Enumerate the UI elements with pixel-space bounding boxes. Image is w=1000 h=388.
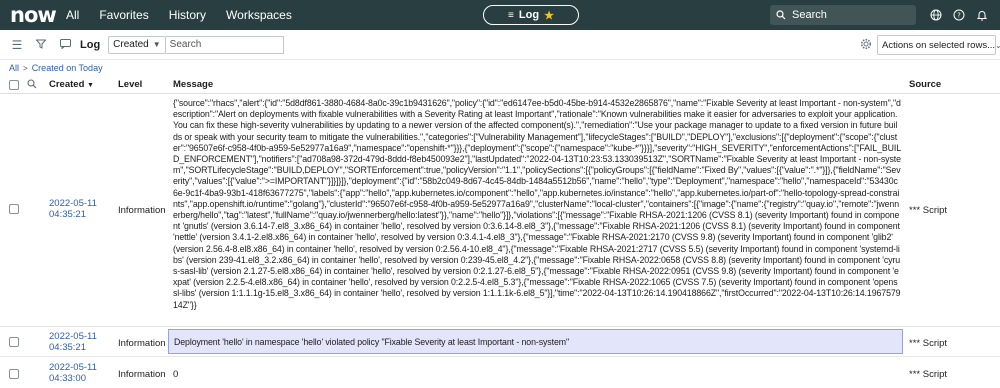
notifications-bell-icon[interactable]: [974, 7, 990, 23]
column-search-icon[interactable]: [27, 79, 37, 92]
row-created-date: 2022-05-11: [49, 331, 97, 342]
row-created-link[interactable]: 2022-05-11 04:35:21: [49, 198, 97, 220]
context-title-pill[interactable]: ≡ Log ★: [483, 5, 579, 25]
nav-history[interactable]: History: [169, 8, 206, 22]
global-search-placeholder: Search: [792, 9, 827, 21]
chevron-down-icon: ▼: [152, 40, 161, 49]
column-created-header[interactable]: Created ▼: [49, 79, 94, 90]
row-source: *** Script: [909, 338, 948, 349]
row-message: Deployment 'hello' in namespace 'hello' …: [174, 337, 569, 347]
column-created-label: Created: [49, 79, 85, 90]
actions-select[interactable]: Actions on selected rows... ⌄: [877, 35, 1000, 55]
table-header: Created ▼ Level Message Source: [0, 76, 1000, 94]
nav-workspaces[interactable]: Workspaces: [226, 8, 292, 22]
table-row[interactable]: 2022-05-11 04:35:21 Information {"source…: [0, 94, 1000, 327]
row-message: 0: [173, 369, 179, 380]
row-level: Information: [118, 205, 166, 216]
breadcrumb-all[interactable]: All: [9, 63, 19, 73]
main-nav: All Favorites History Workspaces: [66, 8, 312, 22]
global-search[interactable]: Search: [770, 5, 916, 25]
row-source: *** Script: [909, 205, 948, 216]
row-message: {"source":"rhacs","alert":{"id":"5d8df86…: [173, 98, 902, 310]
svg-text:?: ?: [957, 12, 961, 20]
context-title: Log: [518, 9, 540, 21]
chat-bubble-icon[interactable]: [58, 38, 72, 52]
hamburger-menu-icon[interactable]: ☰: [10, 38, 24, 52]
filter-icon[interactable]: [34, 38, 48, 52]
globe-icon[interactable]: [928, 7, 944, 23]
servicenow-logo[interactable]: now: [10, 3, 58, 27]
row-created-date: 2022-05-11: [49, 362, 97, 373]
menu-lines-icon: ≡: [508, 9, 514, 21]
row-checkbox[interactable]: [9, 337, 19, 347]
top-nav-bar: now All Favorites History Workspaces ≡ L…: [0, 0, 1000, 30]
table-row[interactable]: 2022-05-11 04:33:00 Information 0 *** Sc…: [0, 357, 1000, 388]
list-toolbar: ☰ Log Created ▼ Actions on selected rows…: [0, 30, 1000, 60]
row-created-link[interactable]: 2022-05-11 04:35:21: [49, 331, 97, 353]
nav-favorites[interactable]: Favorites: [99, 8, 148, 22]
actions-select-value: Actions on selected rows...: [882, 39, 995, 51]
row-created-time: 04:35:21: [49, 209, 86, 220]
row-created-time: 04:33:00: [49, 373, 86, 384]
row-level: Information: [118, 338, 166, 349]
row-created-date: 2022-05-11: [49, 198, 97, 209]
search-field-select[interactable]: Created ▼: [108, 35, 166, 54]
breadcrumb-separator-icon: >: [23, 63, 28, 73]
search-icon: [776, 10, 786, 20]
row-source: *** Script: [909, 369, 948, 380]
sort-desc-icon: ▼: [87, 82, 94, 89]
column-source-header[interactable]: Source: [909, 79, 941, 90]
list-title: Log: [80, 38, 101, 51]
row-created-time: 04:35:21: [49, 342, 86, 353]
select-all-checkbox[interactable]: [9, 80, 19, 90]
breadcrumb-created-today[interactable]: Created on Today: [32, 63, 103, 73]
row-level: Information: [118, 369, 166, 380]
row-created-link[interactable]: 2022-05-11 04:33:00: [49, 362, 97, 384]
column-level-header[interactable]: Level: [118, 79, 142, 90]
help-icon[interactable]: ?: [951, 7, 967, 23]
nav-all[interactable]: All: [66, 8, 79, 22]
row-checkbox[interactable]: [9, 369, 19, 379]
favorite-star-icon[interactable]: ★: [544, 9, 554, 22]
search-field-value: Created: [113, 39, 149, 50]
breadcrumb: All > Created on Today: [0, 60, 1000, 76]
row-message-cell-selected[interactable]: Deployment 'hello' in namespace 'hello' …: [168, 329, 903, 354]
list-search-input[interactable]: [165, 35, 284, 54]
gear-icon[interactable]: [860, 38, 872, 53]
row-checkbox[interactable]: [9, 204, 19, 214]
chevron-down-icon: ⌄: [995, 40, 1000, 50]
column-message-header[interactable]: Message: [173, 79, 213, 90]
table-row[interactable]: 2022-05-11 04:35:21 Information Deployme…: [0, 327, 1000, 357]
